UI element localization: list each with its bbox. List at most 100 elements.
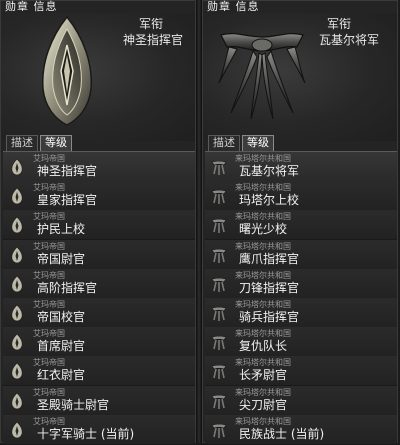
rank-name-label: 圣殿骑士尉官 <box>37 397 110 412</box>
faction-label: 艾玛帝国 <box>33 358 65 368</box>
rank-name-label: 长矛尉官 <box>239 368 288 383</box>
claw-badge-icon <box>211 216 227 234</box>
rank-name: 神圣指挥官 <box>122 33 183 47</box>
claw-badge-icon <box>211 187 227 205</box>
rank-badge-icon <box>9 158 25 176</box>
rank-name-label: 帝国校官 <box>37 310 86 324</box>
rank-list: 来玛塔尔共和国 瓦基尔将军 来玛塔尔共和国 玛塔尔上校 来玛塔尔共和国 曙光少校 来玛塔尔共… <box>205 151 397 445</box>
rank-name-label: 鹰爪指挥官 <box>239 251 300 266</box>
rank-list-item[interactable]: 艾玛帝国 皇家指挥官 <box>3 181 195 212</box>
rank-name: 瓦基尔将军 <box>318 33 379 47</box>
rank-badge-icon <box>9 216 25 234</box>
medal-header: 军衔 瓦基尔将军 <box>203 13 397 141</box>
faction-label: 艾玛帝国 <box>33 154 65 163</box>
claw-badge-icon <box>211 275 227 293</box>
rank-badge-icon <box>9 187 25 205</box>
left-medal-panel: 勋章 信息 军衔 神圣指挥官 描述 等级 艾玛帝国 神圣指挥官 艾玛帝国 皇家指… <box>0 0 196 445</box>
faction-label: 来玛塔尔共和国 <box>235 329 291 339</box>
rank-name-label: 玛塔尔上校 <box>239 193 300 208</box>
shield-emblem-icon <box>42 15 92 126</box>
rank-name-label: 神圣指挥官 <box>37 164 98 178</box>
claw-badge-icon <box>211 158 227 176</box>
tab-bar: 描述 等级 <box>6 135 72 151</box>
rank-name-label: 首席尉官 <box>37 339 86 354</box>
rank-list-item[interactable]: 来玛塔尔共和国 复仇队长 <box>205 327 397 358</box>
rank-list-item[interactable]: 艾玛帝国 帝国校官 <box>3 298 195 328</box>
right-medal-panel: 勋章 信息 军衔 瓦基尔将军 描述 等级 来玛塔尔共和国 瓦基尔将军 来玛塔尔共… <box>202 0 398 445</box>
claw-badge-icon <box>211 246 227 264</box>
rank-list-item[interactable]: 来玛塔尔共和国 民族战士 (当前) <box>205 414 397 445</box>
rank-name-label: 复仇队长 <box>239 339 288 354</box>
faction-label: 艾玛帝国 <box>33 183 65 193</box>
claw-badge-icon <box>211 304 227 322</box>
faction-label: 艾玛帝国 <box>33 241 65 251</box>
rank-heading: 军衔 <box>326 17 351 31</box>
rank-list-item[interactable]: 来玛塔尔共和国 瓦基尔将军 <box>205 152 397 182</box>
rank-name-label: 骑兵指挥官 <box>239 310 300 324</box>
claw-emblem-icon <box>218 33 306 120</box>
rank-list-item[interactable]: 艾玛帝国 首席尉官 <box>3 327 195 358</box>
claw-badge-icon <box>211 421 227 439</box>
rank-list-item[interactable]: 来玛塔尔共和国 鹰爪指挥官 <box>205 239 397 270</box>
rank-list-item[interactable]: 艾玛帝国 高阶指挥官 <box>3 268 195 299</box>
faction-label: 来玛塔尔共和国 <box>235 183 291 193</box>
rank-list-item[interactable]: 艾玛帝国 十字军骑士 (当前) <box>3 414 195 445</box>
claw-badge-icon <box>211 362 227 380</box>
medal-header: 军衔 神圣指挥官 <box>1 13 195 141</box>
faction-label: 来玛塔尔共和国 <box>235 387 291 397</box>
faction-label: 艾玛帝国 <box>33 212 65 222</box>
medal-info-screen: 勋章 信息 军衔 神圣指挥官 描述 等级 艾玛帝国 神圣指挥官 艾玛帝国 皇家指… <box>0 0 400 445</box>
panel-title: 勋章 信息 <box>207 0 260 13</box>
faction-label: 艾玛帝国 <box>33 300 65 309</box>
rank-name-label: 帝国尉官 <box>37 251 86 266</box>
rank-list-item[interactable]: 来玛塔尔共和国 曙光少校 <box>205 210 397 241</box>
rank-list: 艾玛帝国 神圣指挥官 艾玛帝国 皇家指挥官 艾玛帝国 护民上校 艾玛帝国 帝国尉官 艾玛帝国 高阶… <box>3 151 195 445</box>
claw-badge-icon <box>211 333 227 351</box>
tab-description[interactable]: 描述 <box>6 135 38 151</box>
rank-name-label: 曙光少校 <box>239 222 288 237</box>
faction-label: 艾玛帝国 <box>33 329 65 339</box>
rank-list-item[interactable]: 来玛塔尔共和国 玛塔尔上校 <box>205 181 397 212</box>
faction-label: 来玛塔尔共和国 <box>235 154 291 163</box>
rank-badge-icon <box>9 392 25 410</box>
rank-heading: 军衔 <box>138 17 163 31</box>
faction-label: 来玛塔尔共和国 <box>235 416 291 426</box>
rank-list-item[interactable]: 艾玛帝国 神圣指挥官 <box>3 152 195 182</box>
rank-list-item[interactable]: 艾玛帝国 红衣尉官 <box>3 356 195 387</box>
rank-badge-icon <box>9 333 25 351</box>
rank-list-item[interactable]: 艾玛帝国 圣殿骑士尉官 <box>3 385 195 416</box>
rank-list-item[interactable]: 来玛塔尔共和国 尖刀尉官 <box>205 385 397 416</box>
panel-title: 勋章 信息 <box>5 0 58 13</box>
rank-name-label: 刀锋指挥官 <box>239 280 300 295</box>
rank-name-label: 红衣尉官 <box>37 368 86 383</box>
faction-label: 艾玛帝国 <box>33 387 65 397</box>
faction-label: 来玛塔尔共和国 <box>235 270 291 280</box>
rank-badge-icon <box>9 246 25 264</box>
rank-list-item[interactable]: 来玛塔尔共和国 刀锋指挥官 <box>205 268 397 299</box>
rank-list-item[interactable]: 艾玛帝国 护民上校 <box>3 210 195 241</box>
rank-list-item[interactable]: 艾玛帝国 帝国尉官 <box>3 239 195 270</box>
rank-badge-icon <box>9 304 25 322</box>
rank-name-label: 皇家指挥官 <box>37 193 98 208</box>
rank-name-label: 尖刀尉官 <box>239 397 288 412</box>
rank-name-label: 民族战士 (当前) <box>239 426 325 441</box>
tab-description[interactable]: 描述 <box>208 135 240 151</box>
tab-bar: 描述 等级 <box>208 135 274 151</box>
rank-badge-icon <box>9 421 25 439</box>
faction-label: 来玛塔尔共和国 <box>235 358 291 368</box>
rank-list-item[interactable]: 来玛塔尔共和国 长矛尉官 <box>205 356 397 387</box>
rank-badge-icon <box>9 362 25 380</box>
rank-name-label: 瓦基尔将军 <box>239 164 300 178</box>
rank-name-label: 护民上校 <box>37 222 86 237</box>
faction-label: 来玛塔尔共和国 <box>235 212 291 222</box>
faction-label: 来玛塔尔共和国 <box>235 300 291 309</box>
tab-levels[interactable]: 等级 <box>242 135 274 151</box>
rank-badge-icon <box>9 275 25 293</box>
faction-label: 艾玛帝国 <box>33 416 65 426</box>
faction-label: 艾玛帝国 <box>33 270 65 280</box>
rank-name-label: 十字军骑士 (当前) <box>37 426 135 441</box>
rank-list-item[interactable]: 来玛塔尔共和国 骑兵指挥官 <box>205 298 397 328</box>
claw-badge-icon <box>211 392 227 410</box>
faction-label: 来玛塔尔共和国 <box>235 241 291 251</box>
tab-levels[interactable]: 等级 <box>40 135 72 151</box>
